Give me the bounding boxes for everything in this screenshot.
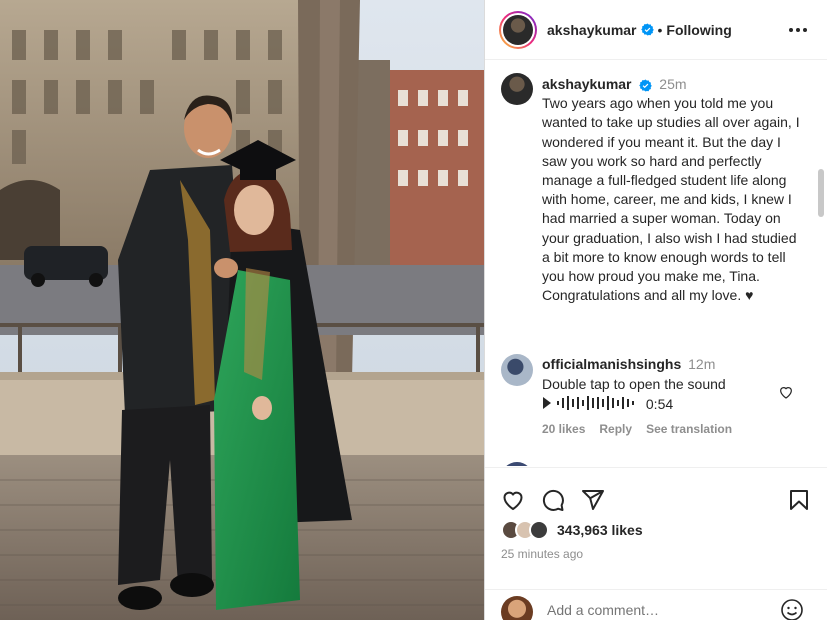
likes-row[interactable]: 343,963 likes xyxy=(501,520,643,540)
reply-button[interactable]: Reply xyxy=(599,422,632,436)
comment-meta: 20 likes Reply See translation xyxy=(542,422,732,436)
see-translation-button[interactable]: See translation xyxy=(646,422,732,436)
add-comment-input[interactable] xyxy=(547,602,767,618)
comment-like-heart-icon[interactable] xyxy=(778,384,794,400)
emoji-icon[interactable] xyxy=(780,598,804,620)
add-comment-row xyxy=(485,589,827,620)
caption-author[interactable]: akshaykumar xyxy=(542,76,632,92)
post-detail-panel: akshaykumar • Following akshaykumar 25m … xyxy=(484,0,827,620)
audio-duration: 0:54 xyxy=(645,396,674,412)
comments-scrollbar[interactable] xyxy=(818,169,824,217)
comment-likes[interactable]: 20 likes xyxy=(542,422,585,436)
author-avatar[interactable] xyxy=(503,14,533,45)
caption: akshaykumar 25m Two years ago when you t… xyxy=(542,75,807,305)
more-options-icon[interactable] xyxy=(788,22,808,38)
following-button[interactable]: Following xyxy=(666,22,731,38)
liker-avatar[interactable] xyxy=(529,520,549,540)
heart-icon[interactable] xyxy=(501,488,525,512)
caption-author-avatar[interactable] xyxy=(501,73,533,105)
current-user-avatar xyxy=(501,596,533,620)
comment: officialmanishsinghs 12m Double tap to o… xyxy=(542,354,782,416)
comment-text: Double tap to open the sound xyxy=(542,376,726,392)
comments-section[interactable]: akshaykumar 25m Two years ago when you t… xyxy=(485,61,827,466)
commenter-avatar[interactable] xyxy=(501,354,533,386)
author-avatar-ring[interactable] xyxy=(499,10,537,49)
comment-author[interactable]: officialmanishsinghs xyxy=(542,356,681,372)
post-photo[interactable] xyxy=(0,0,484,620)
author-username[interactable]: akshaykumar xyxy=(547,22,637,38)
comment-time: 12m xyxy=(688,356,716,372)
share-icon[interactable] xyxy=(581,488,605,512)
header-separator: • xyxy=(657,21,663,38)
likes-count[interactable]: 343,963 likes xyxy=(557,522,643,538)
verified-badge-icon xyxy=(639,79,653,92)
comment-icon[interactable] xyxy=(541,488,565,512)
audio-waveform-icon[interactable] xyxy=(542,395,642,416)
caption-text: Two years ago when you told me you wante… xyxy=(542,95,800,304)
post-time-ago: 25 minutes ago xyxy=(501,547,584,561)
next-commenter-avatar[interactable] xyxy=(501,462,533,466)
verified-badge-icon xyxy=(640,23,654,36)
bookmark-icon[interactable] xyxy=(787,488,811,512)
post-header: akshaykumar • Following xyxy=(485,0,827,60)
caption-time: 25m xyxy=(659,76,687,92)
